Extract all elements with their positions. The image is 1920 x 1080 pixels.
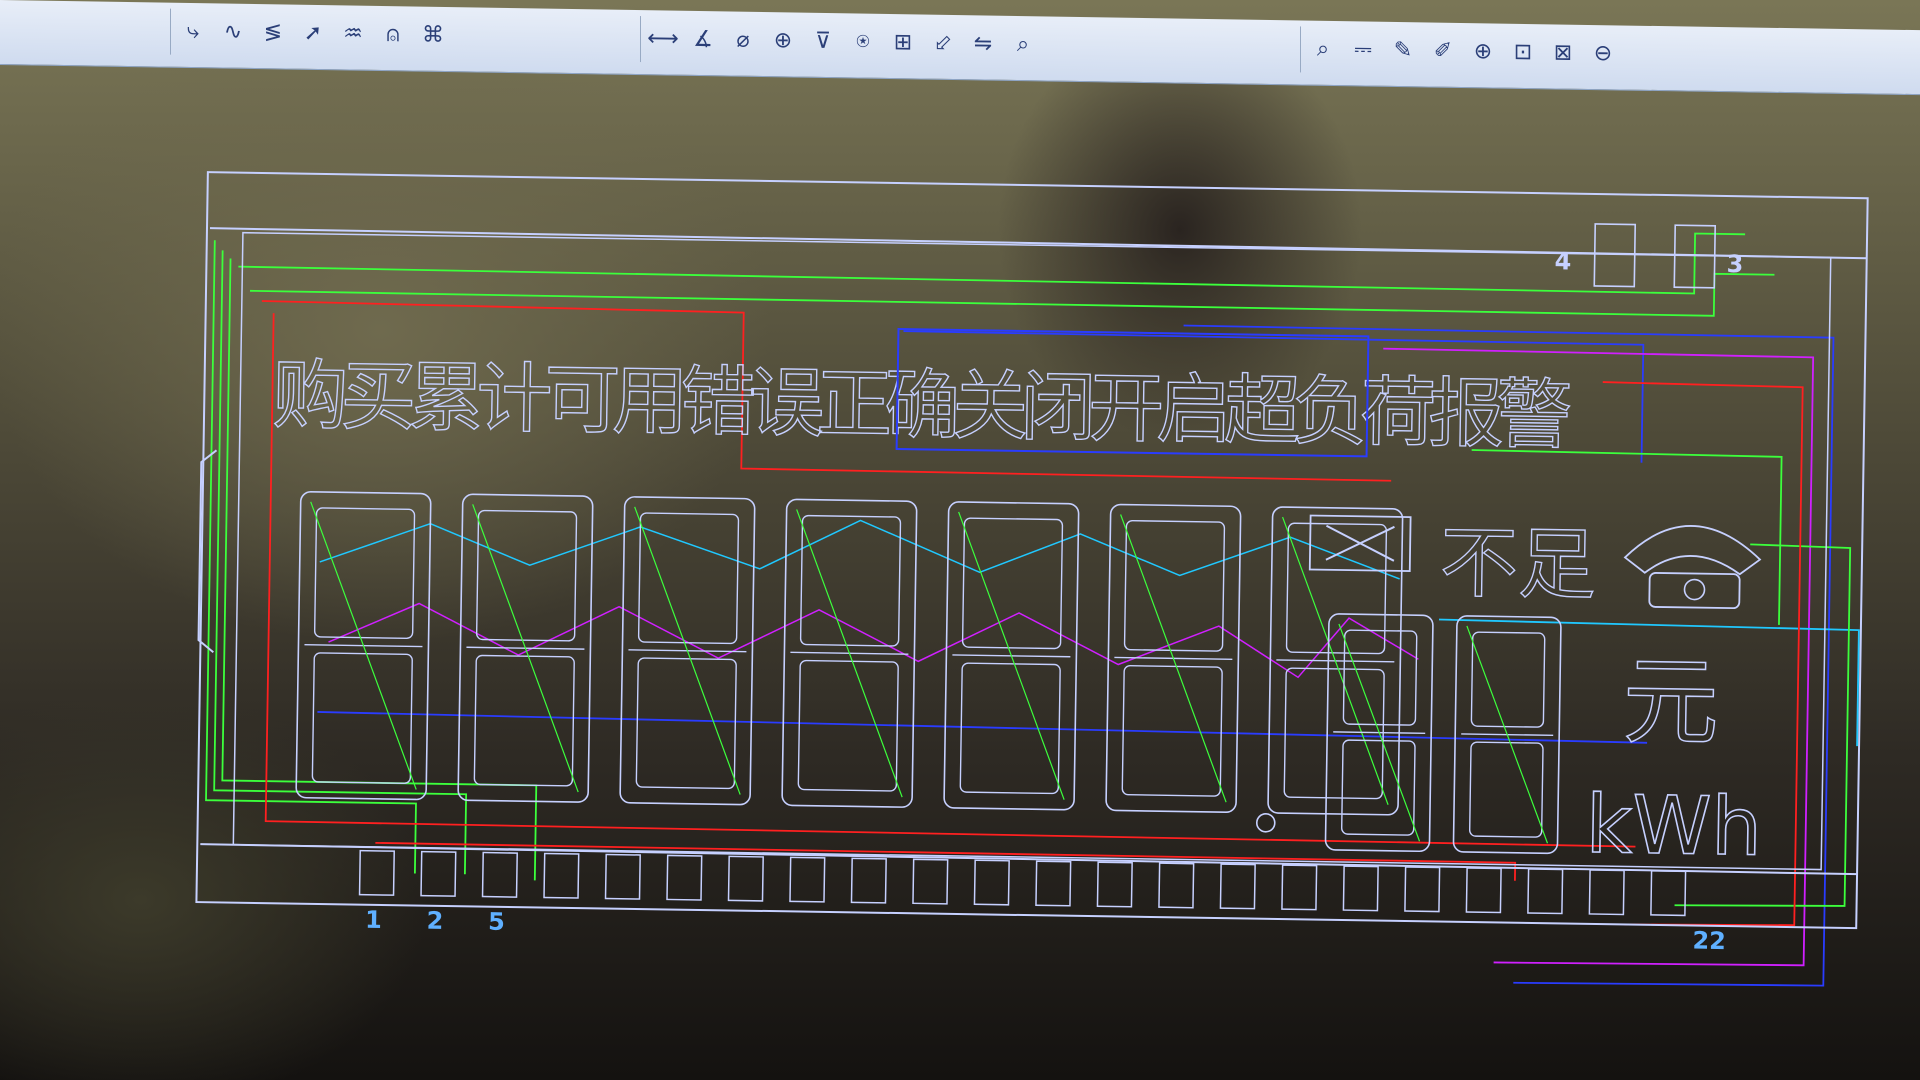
status-char: 警 xyxy=(1496,369,1573,459)
trace-magenta-2 xyxy=(328,602,1419,679)
top-pin-label: 3 xyxy=(1726,250,1743,278)
bottom-pin xyxy=(973,859,1010,906)
status-char: 开 xyxy=(1088,363,1165,453)
unit-kwh: kWh xyxy=(1585,778,1763,874)
bottom-pin xyxy=(1527,868,1564,915)
status-char: 误 xyxy=(748,358,825,448)
bottom-pin xyxy=(727,855,764,902)
digit-large xyxy=(781,498,918,808)
seven-segment-digits xyxy=(295,490,1562,855)
digit-large xyxy=(457,493,594,803)
top-pin-label: 4 xyxy=(1554,247,1571,275)
bottom-pin xyxy=(604,853,641,900)
digit-large xyxy=(1267,506,1404,816)
status-char: 超 xyxy=(1224,365,1301,455)
status-char: 计 xyxy=(476,353,553,443)
bottom-pin xyxy=(420,850,457,897)
trace-blue-3 xyxy=(317,711,1648,744)
trace-cyan-1 xyxy=(319,519,1400,580)
bottom-pin xyxy=(1342,865,1379,912)
status-char: 买 xyxy=(340,351,417,441)
bottom-pin xyxy=(358,849,395,896)
status-char: 报 xyxy=(1428,368,1505,458)
status-char: 错 xyxy=(680,357,757,447)
digit-small xyxy=(1452,615,1562,855)
status-char: 启 xyxy=(1156,364,1233,454)
unit-yuan: 元 xyxy=(1622,645,1720,758)
segment-lower-hole xyxy=(635,657,737,790)
bottom-pin xyxy=(1281,864,1318,911)
segment-upper-hole xyxy=(1285,522,1388,655)
segment-upper-hole xyxy=(1342,629,1418,726)
bottom-pin xyxy=(850,857,887,904)
bottom-pin xyxy=(1588,869,1625,916)
status-char: 确 xyxy=(884,360,961,450)
bottom-pin xyxy=(666,854,703,901)
decimal-point xyxy=(1255,813,1276,833)
digit-large xyxy=(1105,503,1242,814)
lcd-drawing-canvas[interactable]: 购买累计可用错误正确关闭开启超负荷报警 不足元 kWh 4 3 1 2 5 22 xyxy=(0,0,1920,1080)
bottom-pin xyxy=(543,852,580,899)
digit-large xyxy=(295,490,432,801)
segment-lower-hole xyxy=(1341,739,1416,836)
segment-upper-hole xyxy=(313,507,416,640)
bottom-pin xyxy=(1158,862,1195,909)
digit-large xyxy=(943,501,1080,811)
bottom-pin xyxy=(912,858,949,905)
bottom-pin-label: 2 xyxy=(426,907,443,935)
phone-base xyxy=(1648,572,1741,610)
low-balance-label: 不足 xyxy=(1439,519,1596,611)
bottom-pin-label: 22 xyxy=(1692,927,1726,956)
status-char: 负 xyxy=(1292,366,1369,456)
bottom-pin xyxy=(1035,860,1072,907)
bottom-pin xyxy=(1096,861,1133,908)
segment-upper-hole xyxy=(475,509,578,642)
phone-handset xyxy=(1623,525,1762,576)
segment-lower-hole xyxy=(1468,741,1544,838)
bottom-pin xyxy=(1404,866,1441,913)
digit-small xyxy=(1324,613,1434,853)
segment-upper-hole xyxy=(961,517,1064,650)
status-char: 累 xyxy=(408,352,485,442)
top-pin-4 xyxy=(1593,223,1637,288)
status-char: 正 xyxy=(816,359,893,449)
bottom-pin-label: 5 xyxy=(488,908,505,936)
segment-upper-hole xyxy=(1123,520,1226,652)
bottom-pin xyxy=(789,856,826,903)
segment-upper-hole xyxy=(1470,631,1546,728)
phone-icon xyxy=(1623,525,1762,610)
bottom-pin-label: 1 xyxy=(365,906,382,934)
segment-lower-hole xyxy=(473,654,575,787)
status-char: 关 xyxy=(952,361,1029,451)
status-char: 可 xyxy=(544,354,621,444)
bottom-pin xyxy=(1650,870,1687,917)
status-char: 用 xyxy=(612,356,689,446)
bottom-pin xyxy=(1465,867,1502,914)
phone-dial xyxy=(1683,578,1706,601)
segment-lower-hole xyxy=(1283,667,1385,800)
segment-lower-hole xyxy=(311,652,413,785)
status-char: 闭 xyxy=(1020,362,1097,452)
routing-traces xyxy=(205,232,1860,987)
bottom-pin xyxy=(481,851,518,898)
bottom-pin xyxy=(1219,863,1256,910)
status-char: 荷 xyxy=(1360,367,1437,457)
status-char: 购 xyxy=(272,350,349,440)
